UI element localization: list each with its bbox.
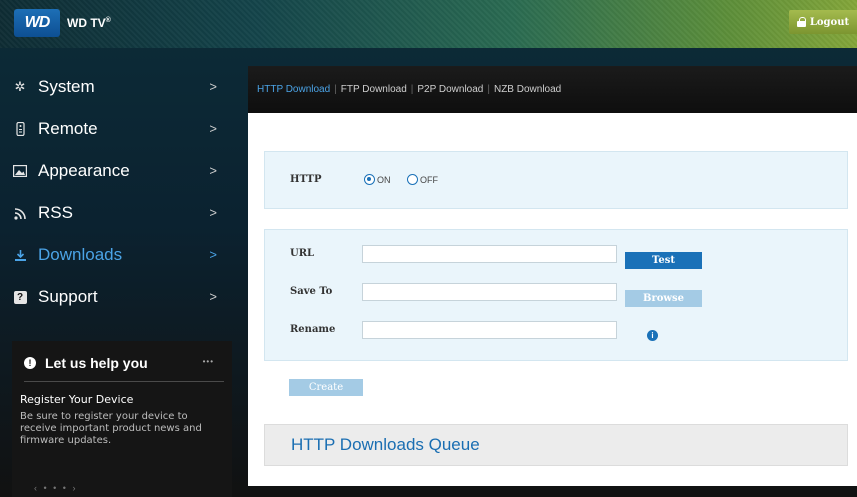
http-on-radio[interactable]: ON [364, 174, 391, 185]
rename-input[interactable] [362, 321, 617, 339]
chevron-right-icon: > [209, 121, 217, 136]
sidebar-item-system[interactable]: ✲ System > [0, 66, 232, 108]
url-input[interactable] [362, 245, 617, 263]
browse-button[interactable]: Browse [625, 290, 702, 307]
registered-mark: ® [105, 17, 111, 24]
radio-unchecked-icon [407, 174, 418, 185]
sidebar-item-support[interactable]: ? Support > [0, 276, 232, 318]
download-form-panel: URL Save To Rename [264, 229, 848, 361]
sidebar-item-label: Support [38, 287, 98, 306]
help-title-label: Let us help you [45, 355, 148, 371]
sidebar-item-label: Downloads [38, 245, 123, 264]
sidebar-item-label: System [38, 77, 95, 96]
chevron-right-icon: > [209, 247, 217, 262]
rename-label: Rename [290, 324, 336, 335]
download-icon [13, 248, 27, 262]
product-label: WD TV [67, 16, 106, 30]
wd-logo: WD [14, 9, 60, 37]
sidebar-item-remote[interactable]: Remote > [0, 108, 232, 150]
rss-icon [13, 206, 27, 220]
image-icon [13, 164, 27, 178]
info-icon[interactable]: i [647, 330, 658, 341]
gear-icon: ✲ [14, 79, 26, 94]
info-icon: ! [24, 357, 36, 369]
tab-separator: | [410, 84, 414, 95]
download-tabs: HTTP Download | FTP Download | P2P Downl… [248, 66, 857, 113]
chevron-right-icon: > [209, 163, 217, 178]
sidebar-item-label: RSS [38, 203, 73, 222]
chevron-right-icon: > [209, 289, 217, 304]
lock-icon [796, 17, 806, 27]
test-button[interactable]: Test [625, 252, 702, 269]
radio-checked-icon [364, 174, 375, 185]
sidebar-item-rss[interactable]: RSS > [0, 192, 232, 234]
radio-label: OFF [420, 174, 438, 185]
tab-separator: | [334, 84, 337, 95]
tab-http-download[interactable]: HTTP Download [257, 84, 330, 95]
content-area: HTTP ON OFF URL Save To Rename Test Brow… [248, 113, 857, 486]
downloads-queue-header: HTTP Downloads Queue [264, 424, 848, 466]
tab-separator: | [487, 84, 490, 95]
create-button[interactable]: Create [289, 379, 363, 396]
save-to-input[interactable] [362, 283, 617, 301]
tab-nzb-download[interactable]: NZB Download [494, 84, 561, 95]
app-window: WD WD TV® Logout ✲ System > Remote > App… [0, 0, 857, 497]
chevron-right-icon: > [209, 205, 217, 220]
question-icon: ? [13, 290, 27, 304]
sidebar: ✲ System > Remote > Appearance > RSS > D… [0, 66, 232, 497]
http-label: HTTP [290, 174, 322, 185]
product-name: WD TV® [67, 16, 111, 30]
top-bar: WD WD TV® Logout [0, 0, 857, 48]
logout-button[interactable]: Logout [789, 10, 857, 34]
remote-icon [13, 122, 27, 136]
sidebar-item-label: Appearance [38, 161, 130, 180]
divider [24, 381, 224, 382]
sidebar-item-label: Remote [38, 119, 98, 138]
more-icon[interactable]: ••• [203, 357, 214, 366]
http-toggle-panel: HTTP ON OFF [264, 151, 848, 209]
help-body: Be sure to register your device to recei… [20, 411, 202, 446]
tab-p2p-download[interactable]: P2P Download [417, 84, 483, 95]
logout-label: Logout [809, 16, 850, 28]
http-off-radio[interactable]: OFF [407, 174, 438, 185]
sidebar-item-downloads[interactable]: Downloads > [0, 234, 232, 276]
save-to-label: Save To [290, 286, 333, 297]
help-heading[interactable]: Register Your Device [20, 393, 133, 406]
tab-ftp-download[interactable]: FTP Download [341, 84, 407, 95]
radio-label: ON [377, 174, 391, 185]
help-title: ! Let us help you [24, 355, 148, 371]
sidebar-item-appearance[interactable]: Appearance > [0, 150, 232, 192]
main-panel: HTTP Download | FTP Download | P2P Downl… [248, 66, 857, 486]
chevron-right-icon: > [209, 79, 217, 94]
help-panel: ! Let us help you ••• Register Your Devi… [12, 341, 232, 497]
help-pager[interactable]: ‹ • • • › [34, 483, 77, 493]
url-label: URL [290, 248, 315, 259]
